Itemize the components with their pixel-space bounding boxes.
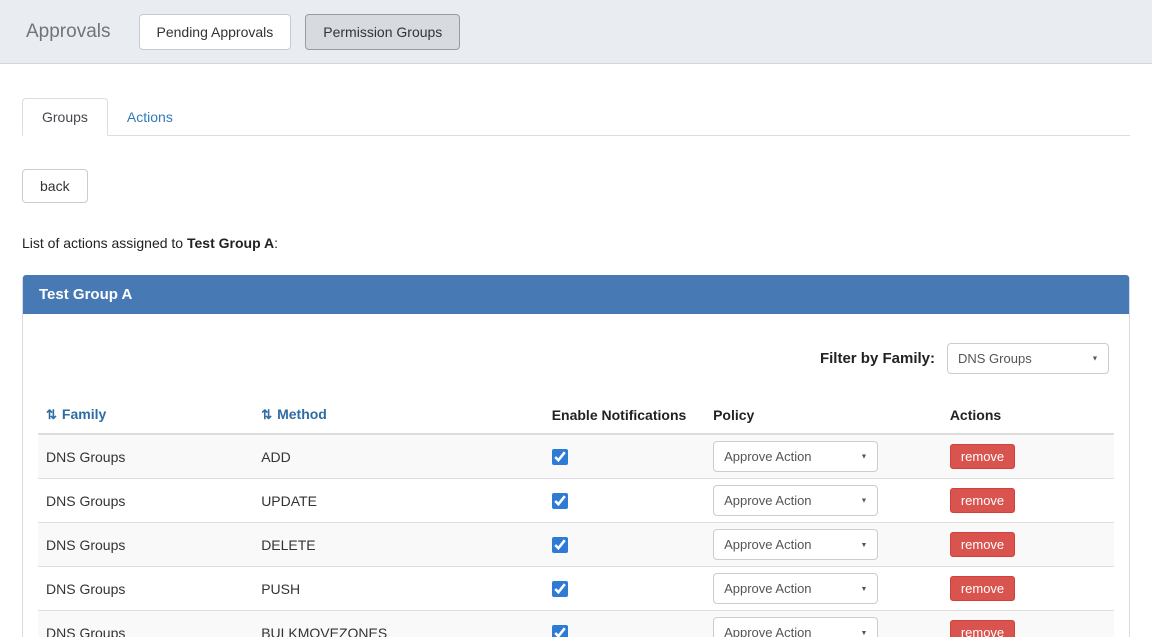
group-panel: Test Group A Filter by Family: DNS Group… xyxy=(22,275,1130,637)
page-title: Approvals xyxy=(26,20,111,42)
top-bar: Approvals Pending Approvals Permission G… xyxy=(0,0,1152,64)
notifications-checkbox[interactable] xyxy=(551,625,568,637)
remove-button[interactable]: remove xyxy=(949,488,1016,513)
table-row: DNS Groups BULKMOVEZONES Approve Action … xyxy=(38,610,1114,637)
method-cell: PUSH xyxy=(261,580,301,597)
back-button[interactable]: back xyxy=(22,169,88,203)
column-header-method[interactable]: ⇅ Method xyxy=(253,396,544,434)
column-header-notifications: Enable Notifications xyxy=(551,406,687,423)
intro-text: List of actions assigned to Test Group A… xyxy=(22,235,1130,251)
policy-select[interactable]: Approve Action xyxy=(713,573,879,604)
sort-icon: ⇅ xyxy=(46,407,57,422)
table-header-row: ⇅ Family ⇅ Method Enable Notifications Pol… xyxy=(38,396,1114,434)
table-row: DNS Groups PUSH Approve Action remove xyxy=(38,566,1114,611)
intro-prefix: List of actions assigned to xyxy=(22,235,187,251)
policy-select-wrapper: Approve Action xyxy=(713,441,879,472)
remove-button[interactable]: remove xyxy=(949,532,1016,557)
column-header-method-label: Method xyxy=(277,406,327,422)
column-header-actions: Actions xyxy=(949,406,1002,423)
notifications-checkbox[interactable] xyxy=(551,449,568,466)
filter-row: Filter by Family: DNS Groups xyxy=(38,343,1109,374)
family-filter-select[interactable]: DNS Groups xyxy=(947,343,1109,374)
remove-button[interactable]: remove xyxy=(949,444,1016,469)
policy-select[interactable]: Approve Action xyxy=(713,485,879,516)
notifications-checkbox[interactable] xyxy=(551,493,568,510)
intro-suffix: : xyxy=(274,235,279,251)
actions-table: ⇅ Family ⇅ Method Enable Notifications Pol… xyxy=(38,396,1114,637)
panel-title: Test Group A xyxy=(23,275,1129,314)
family-cell: DNS Groups xyxy=(46,624,126,637)
main-content: Groups Actions back List of actions assi… xyxy=(0,98,1152,637)
table-body: DNS Groups ADD Approve Action remove DNS… xyxy=(38,434,1114,637)
column-header-family[interactable]: ⇅ Family xyxy=(38,396,253,434)
remove-button[interactable]: remove xyxy=(949,620,1016,637)
permission-groups-button[interactable]: Permission Groups xyxy=(305,13,461,50)
panel-body: Filter by Family: DNS Groups ⇅ Family ⇅ Me… xyxy=(23,314,1129,637)
family-filter-wrapper: DNS Groups xyxy=(947,343,1109,374)
method-cell: ADD xyxy=(261,448,291,465)
policy-select[interactable]: Approve Action xyxy=(713,529,879,560)
remove-button[interactable]: remove xyxy=(949,576,1016,601)
method-cell: UPDATE xyxy=(261,492,317,509)
policy-select-wrapper: Approve Action xyxy=(713,617,879,637)
policy-select[interactable]: Approve Action xyxy=(713,441,879,472)
tab-bar: Groups Actions xyxy=(22,98,1130,136)
tab-actions[interactable]: Actions xyxy=(108,99,192,135)
family-cell: DNS Groups xyxy=(46,448,126,465)
notifications-checkbox[interactable] xyxy=(551,581,568,598)
method-cell: BULKMOVEZONES xyxy=(261,624,388,637)
pending-approvals-button[interactable]: Pending Approvals xyxy=(138,13,292,50)
table-row: DNS Groups UPDATE Approve Action remove xyxy=(38,478,1114,523)
family-cell: DNS Groups xyxy=(46,580,126,597)
family-cell: DNS Groups xyxy=(46,492,126,509)
policy-select[interactable]: Approve Action xyxy=(713,617,879,637)
intro-group-name: Test Group A xyxy=(187,235,275,251)
policy-select-wrapper: Approve Action xyxy=(713,573,879,604)
notifications-checkbox[interactable] xyxy=(551,537,568,554)
family-cell: DNS Groups xyxy=(46,536,126,553)
table-row: DNS Groups DELETE Approve Action remove xyxy=(38,522,1114,567)
tab-groups[interactable]: Groups xyxy=(22,98,108,136)
policy-select-wrapper: Approve Action xyxy=(713,529,879,560)
column-header-policy: Policy xyxy=(713,406,755,423)
filter-label: Filter by Family: xyxy=(819,350,935,367)
column-header-family-label: Family xyxy=(61,406,107,422)
policy-select-wrapper: Approve Action xyxy=(713,485,879,516)
sort-icon: ⇅ xyxy=(261,407,273,422)
table-row: DNS Groups ADD Approve Action remove xyxy=(38,434,1114,479)
method-cell: DELETE xyxy=(261,536,316,553)
